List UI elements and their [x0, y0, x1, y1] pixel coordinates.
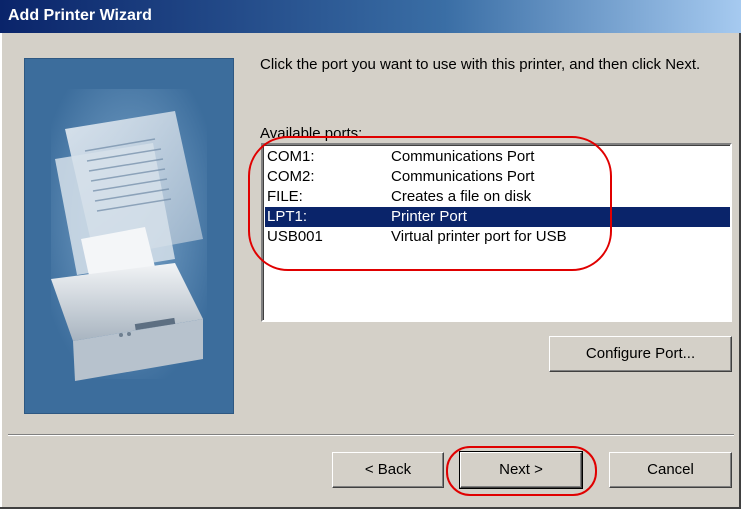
- port-name: USB001: [267, 228, 323, 245]
- window-title: Add Printer Wizard: [8, 7, 152, 24]
- port-name: COM1:: [267, 148, 315, 165]
- port-name: LPT1:: [267, 208, 308, 225]
- port-row-com2[interactable]: COM2: Communications Port: [265, 167, 730, 187]
- title-bar[interactable]: Add Printer Wizard: [0, 0, 741, 33]
- button-separator: [8, 434, 734, 436]
- printer-illustration-image: [25, 59, 233, 413]
- port-name: FILE:: [267, 188, 303, 205]
- port-row-file[interactable]: FILE: Creates a file on disk: [265, 187, 730, 207]
- port-name: COM2:: [267, 168, 315, 185]
- port-description: Virtual printer port for USB: [391, 228, 567, 245]
- port-description: Communications Port: [391, 168, 535, 185]
- port-row-com1[interactable]: COM1: Communications Port: [265, 147, 730, 167]
- next-button[interactable]: Next >: [459, 451, 583, 489]
- back-button[interactable]: < Back: [332, 452, 444, 488]
- port-description: Creates a file on disk: [391, 188, 532, 205]
- instruction-text: Click the port you want to use with this…: [260, 56, 701, 73]
- configure-port-button[interactable]: Configure Port...: [549, 336, 732, 372]
- port-row-lpt1[interactable]: LPT1: Printer Port: [265, 207, 730, 227]
- port-row-usb001[interactable]: USB001 Virtual printer port for USB: [265, 227, 730, 247]
- window-frame-left: [0, 33, 2, 509]
- port-description: Communications Port: [391, 148, 535, 165]
- available-ports-list[interactable]: COM1: Communications Port COM2: Communic…: [261, 143, 732, 322]
- port-description: Printer Port: [391, 208, 467, 225]
- available-ports-label: Available ports:: [260, 125, 363, 142]
- wizard-printer-illustration: [24, 58, 234, 414]
- cancel-button[interactable]: Cancel: [609, 452, 732, 488]
